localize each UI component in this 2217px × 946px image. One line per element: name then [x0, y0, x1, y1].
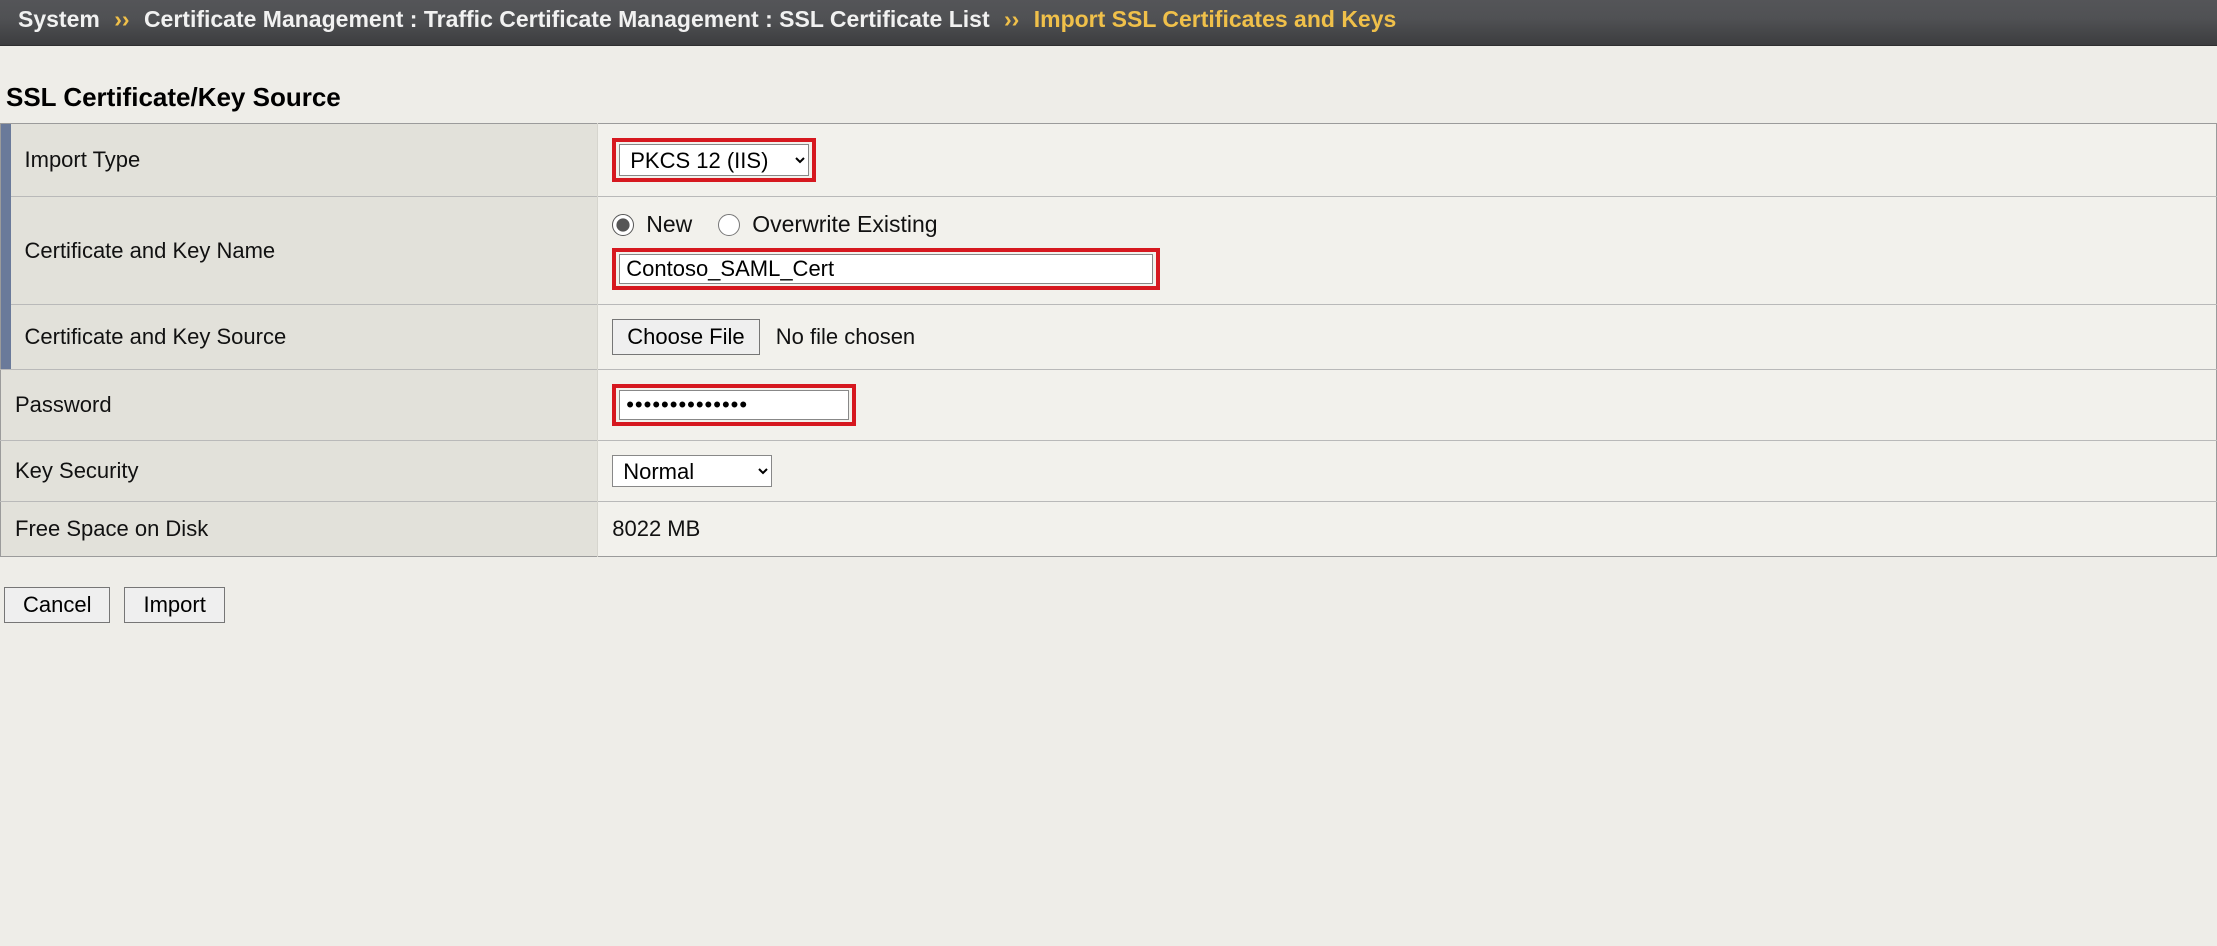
radio-label-new[interactable]: New	[646, 211, 692, 238]
breadcrumb-current: Import SSL Certificates and Keys	[1034, 6, 1397, 32]
cert-name-mode-radios: New Overwrite Existing	[612, 211, 2202, 238]
cert-name-input[interactable]	[619, 254, 1153, 284]
choose-file-button[interactable]: Choose File	[612, 319, 759, 355]
import-button[interactable]: Import	[124, 587, 224, 623]
section-title: SSL Certificate/Key Source	[0, 46, 2217, 123]
chevron-sep-icon: ››	[996, 6, 1027, 32]
import-type-select[interactable]: PKCS 12 (IIS)	[619, 144, 809, 176]
label-cert-key-source: Certificate and Key Source	[11, 305, 598, 370]
chevron-sep-icon: ››	[106, 6, 137, 32]
label-password: Password	[1, 370, 598, 441]
free-space-value: 8022 MB	[598, 502, 2217, 557]
cancel-button[interactable]: Cancel	[4, 587, 110, 623]
label-cert-key-name: Certificate and Key Name	[11, 197, 598, 305]
label-key-security: Key Security	[1, 441, 598, 502]
radio-overwrite[interactable]	[718, 214, 740, 236]
radio-label-overwrite[interactable]: Overwrite Existing	[752, 211, 937, 238]
file-status-text: No file chosen	[776, 324, 915, 349]
radio-new[interactable]	[612, 214, 634, 236]
label-free-space: Free Space on Disk	[1, 502, 598, 557]
breadcrumb-link-system[interactable]: System	[18, 6, 100, 32]
label-import-type: Import Type	[11, 124, 598, 197]
form-table: Import Type PKCS 12 (IIS) Certificate an…	[0, 123, 2217, 557]
breadcrumb: System ›› Certificate Management : Traff…	[0, 0, 2217, 46]
accent-strip	[1, 124, 11, 370]
password-input[interactable]	[619, 390, 849, 420]
breadcrumb-link-cert-management[interactable]: Certificate Management : Traffic Certifi…	[144, 6, 990, 32]
highlight-password	[612, 384, 856, 426]
action-buttons: Cancel Import	[0, 557, 2217, 637]
key-security-select[interactable]: Normal	[612, 455, 772, 487]
highlight-import-type: PKCS 12 (IIS)	[612, 138, 816, 182]
highlight-cert-name	[612, 248, 1160, 290]
